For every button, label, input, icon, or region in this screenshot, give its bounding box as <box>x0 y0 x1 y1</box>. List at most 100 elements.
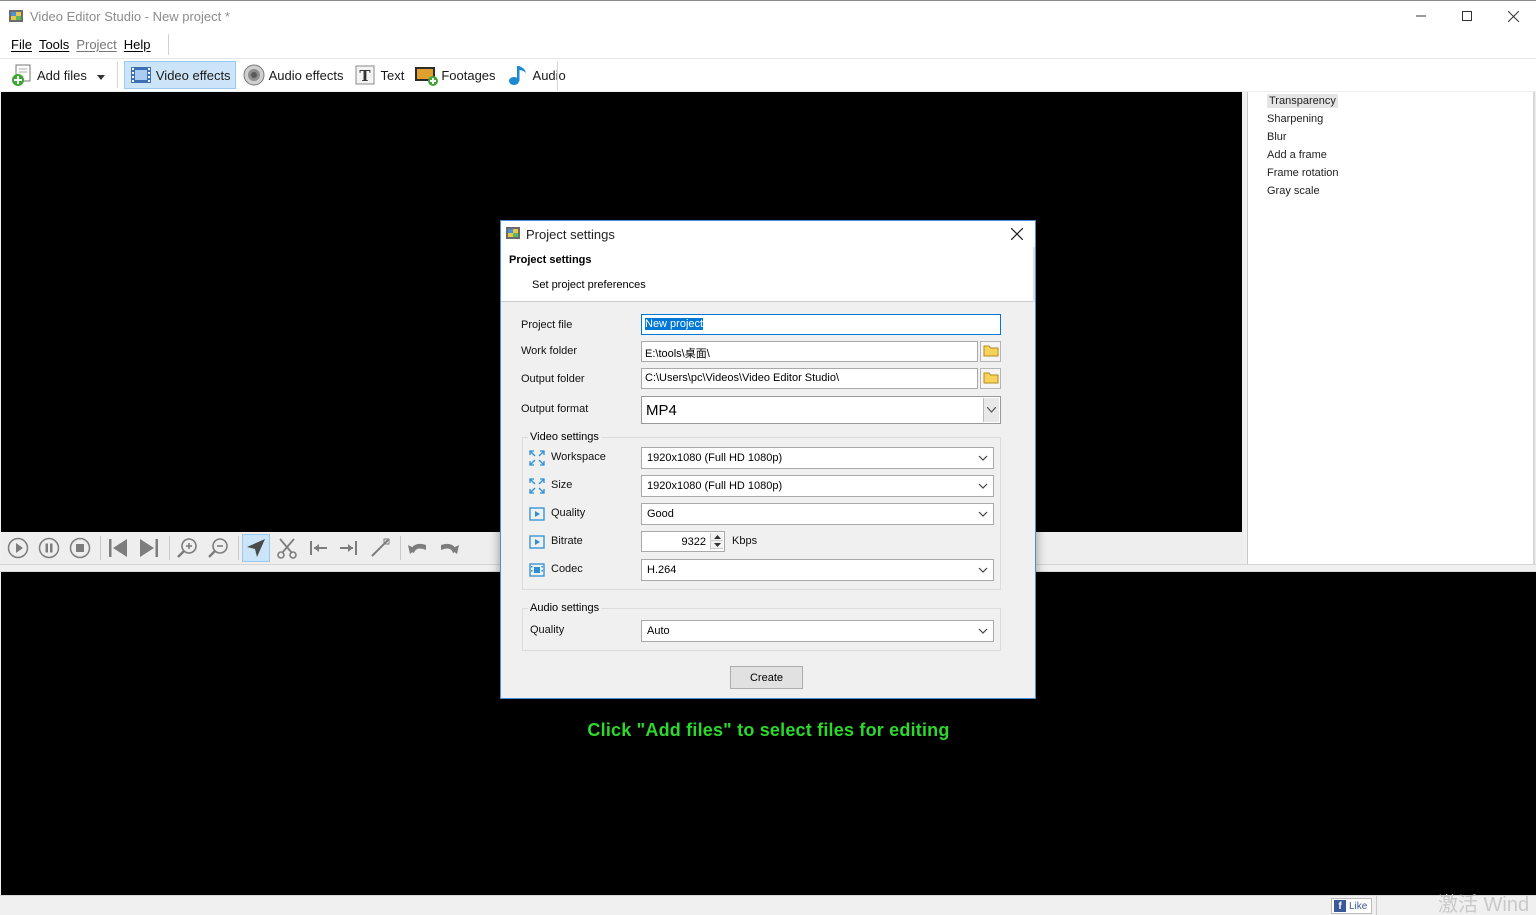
menu-project[interactable]: Project <box>73 37 119 52</box>
footage-icon <box>414 63 439 87</box>
menu-divider <box>168 34 169 55</box>
menu-tools[interactable]: Tools <box>36 37 72 52</box>
add-files-icon <box>10 63 34 87</box>
bitrate-icon <box>529 534 545 550</box>
panel-scrollbar[interactable] <box>1533 92 1535 564</box>
bitrate-unit: Kbps <box>732 535 758 547</box>
footages-button[interactable]: Footages <box>410 61 499 89</box>
text-icon: T <box>353 63 377 87</box>
effect-item-add-frame[interactable]: Add a frame <box>1248 146 1535 164</box>
main-toolbar: Add files Video effects Audio effects T … <box>0 58 1536 91</box>
speaker-icon <box>242 63 266 87</box>
effect-item-sharpening[interactable]: Sharpening <box>1248 110 1535 128</box>
controls-divider <box>400 536 401 560</box>
scissors-icon[interactable] <box>273 534 301 562</box>
video-quality-icon <box>529 506 545 522</box>
zoom-in-icon[interactable] <box>173 534 201 562</box>
size-label: Size <box>551 479 573 491</box>
dialog-header: Project settings Set project preferences <box>501 247 1035 302</box>
bitrate-stepper[interactable]: 9322 <box>641 531 725 552</box>
stop-icon[interactable] <box>66 534 94 562</box>
audio-quality-select[interactable]: Auto <box>641 620 994 642</box>
effect-item-frame-rotation[interactable]: Frame rotation <box>1248 164 1535 182</box>
pause-icon[interactable] <box>35 534 63 562</box>
footages-label: Footages <box>441 67 496 83</box>
audio-button[interactable]: Audio <box>502 61 570 89</box>
codec-value: H.264 <box>647 564 677 576</box>
size-value: 1920x1080 (Full HD 1080p) <box>647 480 783 492</box>
expand-arrows-icon <box>529 450 545 466</box>
next-frame-icon[interactable] <box>135 534 163 562</box>
video-effects-button[interactable]: Video effects <box>123 61 236 89</box>
controls-divider <box>169 536 170 560</box>
dialog-close-button[interactable] <box>1005 223 1029 245</box>
work-folder-label: Work folder <box>521 345 578 357</box>
close-button[interactable] <box>1490 1 1536 31</box>
menu-file[interactable]: File <box>8 37 35 52</box>
window-title: Video Editor Studio - New project * <box>30 8 230 24</box>
project-file-input[interactable]: New project <box>641 314 1001 335</box>
previous-frame-icon[interactable] <box>104 534 132 562</box>
codec-select[interactable]: H.264 <box>641 559 994 581</box>
effects-panel: Transparency Sharpening Blur Add a frame… <box>1247 92 1535 564</box>
controls-divider <box>100 536 101 560</box>
spin-up-icon[interactable] <box>711 533 723 541</box>
output-folder-input[interactable]: C:\Users\pc\Videos\Video Editor Studio\ <box>641 368 978 389</box>
film-icon <box>129 63 153 87</box>
dialog-title-bar: Project settings <box>501 221 1035 247</box>
menu-help[interactable]: Help <box>121 37 154 52</box>
facebook-like-button[interactable]: f Like <box>1331 898 1373 914</box>
svg-text:T: T <box>360 67 372 85</box>
text-label: Text <box>380 67 405 83</box>
spin-down-icon[interactable] <box>711 541 723 549</box>
output-folder-browse-button[interactable] <box>980 368 1001 389</box>
effect-item-gray-scale[interactable]: Gray scale <box>1248 182 1535 200</box>
audio-quality-value: Auto <box>647 625 670 637</box>
chevron-down-icon[interactable] <box>96 68 105 83</box>
output-folder-label: Output folder <box>521 373 585 385</box>
select-pointer-icon[interactable] <box>242 534 270 562</box>
quality-label: Quality <box>551 507 586 519</box>
chevron-down-icon <box>978 565 988 575</box>
redo-icon[interactable] <box>435 534 463 562</box>
audio-quality-label: Quality <box>530 624 565 636</box>
workspace-value: 1920x1080 (Full HD 1080p) <box>647 452 783 464</box>
text-button[interactable]: T Text <box>349 61 408 89</box>
project-file-label: Project file <box>521 319 573 331</box>
codec-film-icon <box>529 562 545 578</box>
audio-effects-button[interactable]: Audio effects <box>238 61 348 89</box>
output-format-select[interactable]: MP4 <box>641 396 1001 424</box>
workspace-select[interactable]: 1920x1080 (Full HD 1080p) <box>641 447 994 469</box>
split-blade-icon[interactable] <box>366 534 394 562</box>
dialog-header-title: Project settings <box>509 254 592 266</box>
menu-bar: File Tools Project Help <box>0 31 1536 58</box>
play-icon[interactable] <box>4 534 32 562</box>
maximize-button[interactable] <box>1444 1 1490 31</box>
video-effects-label: Video effects <box>155 67 231 83</box>
header-edge <box>1033 247 1035 302</box>
work-folder-browse-button[interactable] <box>980 341 1001 362</box>
trim-end-icon[interactable] <box>335 534 363 562</box>
bitrate-value: 9322 <box>681 536 706 548</box>
work-folder-input[interactable]: E:\tools\桌面\ <box>641 341 978 362</box>
video-quality-select[interactable]: Good <box>641 503 994 525</box>
chevron-down-icon <box>978 509 988 519</box>
audio-settings-title: Audio settings <box>528 602 602 614</box>
trim-start-icon[interactable] <box>304 534 332 562</box>
undo-icon[interactable] <box>404 534 432 562</box>
bitrate-spin-buttons <box>710 533 723 550</box>
size-select[interactable]: 1920x1080 (Full HD 1080p) <box>641 475 994 497</box>
minimize-button[interactable] <box>1398 1 1444 31</box>
create-button[interactable]: Create <box>730 666 803 689</box>
folder-icon <box>983 344 999 360</box>
status-divider <box>1376 896 1377 915</box>
effect-item-transparency[interactable]: Transparency <box>1248 92 1535 110</box>
audio-label: Audio <box>532 67 566 83</box>
add-files-button[interactable]: Add files <box>6 61 109 89</box>
effect-item-blur[interactable]: Blur <box>1248 128 1535 146</box>
controls-divider <box>238 536 239 560</box>
activation-watermark: 激活 Wind <box>1438 894 1530 915</box>
bitrate-label: Bitrate <box>551 535 583 547</box>
like-label: Like <box>1349 900 1368 912</box>
zoom-out-icon[interactable] <box>204 534 232 562</box>
